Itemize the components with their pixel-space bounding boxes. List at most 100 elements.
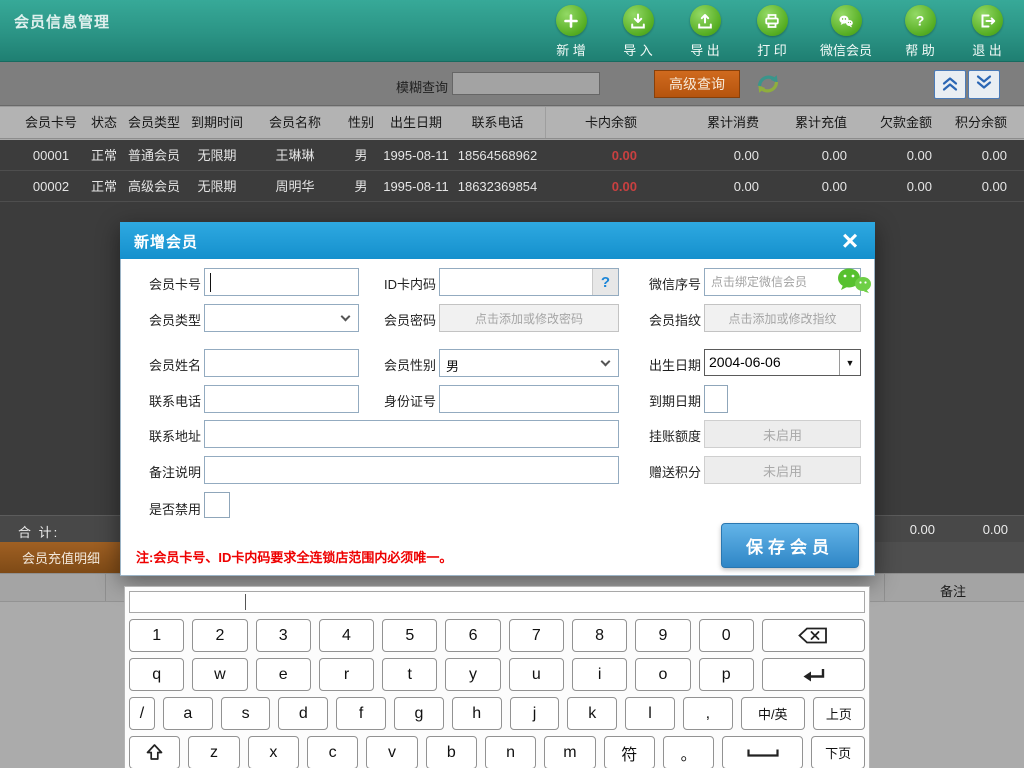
- key-4[interactable]: 4: [318, 619, 375, 652]
- key-u[interactable]: u: [508, 658, 564, 691]
- key-l[interactable]: l: [625, 697, 675, 730]
- key-g[interactable]: g: [394, 697, 444, 730]
- fingerprint-button[interactable]: 点击添加或修改指纹: [704, 304, 861, 332]
- key-y[interactable]: y: [445, 658, 501, 691]
- help-question-icon[interactable]: ?: [592, 269, 618, 295]
- column-header[interactable]: 状态: [84, 107, 124, 138]
- column-header[interactable]: 到期时间: [184, 107, 250, 138]
- save-member-button[interactable]: 保存会员: [721, 523, 859, 568]
- expand-down-button[interactable]: [968, 70, 1000, 99]
- column-header[interactable]: 积分余额: [935, 107, 1010, 138]
- key-w[interactable]: w: [192, 658, 248, 691]
- enter-key[interactable]: [761, 658, 866, 691]
- key-r[interactable]: r: [318, 658, 375, 691]
- table-row[interactable]: 00002 正常 高级会员 无限期 周明华 男 1995-08-11 18632369854 0…: [0, 171, 1024, 202]
- cell: 正常: [90, 179, 117, 194]
- refresh-icon[interactable]: [753, 69, 783, 99]
- key-j[interactable]: j: [509, 697, 560, 730]
- column-header[interactable]: 累计充值: [762, 107, 850, 138]
- dropdown-arrow-icon[interactable]: ▼: [839, 350, 860, 375]
- column-header[interactable]: 会员类型: [124, 107, 184, 138]
- key-v[interactable]: v: [366, 736, 418, 768]
- key-,[interactable]: ,: [682, 697, 733, 730]
- disable-checkbox[interactable]: [204, 492, 230, 518]
- key-x[interactable]: x: [247, 736, 299, 768]
- key-o[interactable]: o: [635, 658, 691, 691]
- key-m[interactable]: m: [544, 736, 596, 768]
- shift-key[interactable]: [129, 736, 181, 768]
- keyboard-input-display[interactable]: [129, 591, 865, 613]
- close-icon[interactable]: ×: [831, 222, 869, 259]
- fuzzy-search-input[interactable]: [452, 72, 600, 95]
- key-5[interactable]: 5: [382, 619, 438, 652]
- key-z[interactable]: z: [188, 736, 240, 768]
- column-header[interactable]: 卡内余额: [545, 107, 640, 138]
- id-code-input[interactable]: ?: [439, 268, 619, 296]
- key-3[interactable]: 3: [255, 619, 311, 652]
- key-h[interactable]: h: [451, 697, 502, 730]
- page-down-key[interactable]: 下页: [811, 736, 865, 768]
- symbols-key[interactable]: 符: [603, 736, 655, 768]
- key-b[interactable]: b: [425, 736, 477, 768]
- column-header[interactable]: 出生日期: [382, 107, 450, 138]
- toolbar-wechat-member-button[interactable]: 微信会员: [812, 5, 880, 59]
- toolbar-help-button[interactable]: ? 帮 助: [893, 5, 947, 59]
- key-d[interactable]: d: [278, 697, 329, 730]
- expiry-date-label: 到期日期: [648, 394, 701, 409]
- table-row[interactable]: 00001 正常 普通会员 无限期 王琳琳 男 1995-08-11 18564568962 0…: [0, 140, 1024, 171]
- id-number-input[interactable]: [439, 385, 619, 413]
- key-。[interactable]: 。: [662, 736, 715, 768]
- key-2[interactable]: 2: [192, 619, 248, 652]
- column-header[interactable]: 累计消费: [640, 107, 762, 138]
- birth-date-select[interactable]: 2004-06-06 ▼: [704, 349, 861, 376]
- key-a[interactable]: a: [162, 697, 213, 730]
- key-1[interactable]: 1: [129, 619, 185, 652]
- gender-select[interactable]: 男: [439, 349, 619, 377]
- collapse-up-button[interactable]: [934, 70, 966, 99]
- key-/[interactable]: /: [129, 697, 155, 730]
- address-input[interactable]: [204, 420, 619, 448]
- print-icon: [756, 5, 788, 36]
- toolbar-print-button[interactable]: 打 印: [745, 5, 799, 59]
- password-button[interactable]: 点击添加或修改密码: [439, 304, 619, 332]
- key-c[interactable]: c: [306, 736, 359, 768]
- cell: 0.00: [733, 148, 759, 163]
- backspace-key[interactable]: [761, 619, 866, 652]
- phone-label: 联系电话: [148, 394, 201, 409]
- wechat-bind-icon[interactable]: [833, 266, 873, 299]
- expiry-date-checkbox[interactable]: [704, 385, 728, 413]
- phone-input[interactable]: [204, 385, 359, 413]
- key-8[interactable]: 8: [571, 619, 628, 652]
- column-header[interactable]: 会员卡号: [18, 107, 84, 138]
- column-header[interactable]: 会员名称: [250, 107, 340, 138]
- key-s[interactable]: s: [220, 697, 271, 730]
- toolbar-add-button[interactable]: 新 增: [544, 5, 598, 59]
- card-no-input[interactable]: [204, 268, 359, 296]
- member-name-input[interactable]: [204, 349, 359, 377]
- space-key[interactable]: [722, 736, 804, 768]
- toolbar-export-button[interactable]: 导 出: [678, 5, 732, 59]
- column-header[interactable]: 欠款金额: [850, 107, 935, 138]
- key-p[interactable]: p: [698, 658, 754, 691]
- key-7[interactable]: 7: [508, 619, 564, 652]
- page-up-key[interactable]: 上页: [812, 697, 865, 730]
- toolbar-exit-button[interactable]: 退 出: [960, 5, 1014, 59]
- tab-recharge-detail[interactable]: 会员充值明细: [0, 542, 122, 573]
- key-t[interactable]: t: [382, 658, 438, 691]
- key-q[interactable]: q: [129, 658, 185, 691]
- advanced-search-button[interactable]: 高级查询: [654, 70, 740, 98]
- column-header[interactable]: 联系电话: [450, 107, 545, 138]
- toolbar-import-button[interactable]: 导 入: [611, 5, 665, 59]
- key-n[interactable]: n: [484, 736, 537, 768]
- member-type-select[interactable]: [204, 304, 359, 332]
- key-f[interactable]: f: [336, 697, 387, 730]
- key-0[interactable]: 0: [698, 619, 754, 652]
- key-k[interactable]: k: [567, 697, 618, 730]
- key-i[interactable]: i: [571, 658, 628, 691]
- key-e[interactable]: e: [255, 658, 311, 691]
- key-9[interactable]: 9: [635, 619, 691, 652]
- remark-input[interactable]: [204, 456, 619, 484]
- column-header[interactable]: 性别: [340, 107, 382, 138]
- lang-toggle-key[interactable]: 中/英: [740, 697, 805, 730]
- key-6[interactable]: 6: [445, 619, 501, 652]
